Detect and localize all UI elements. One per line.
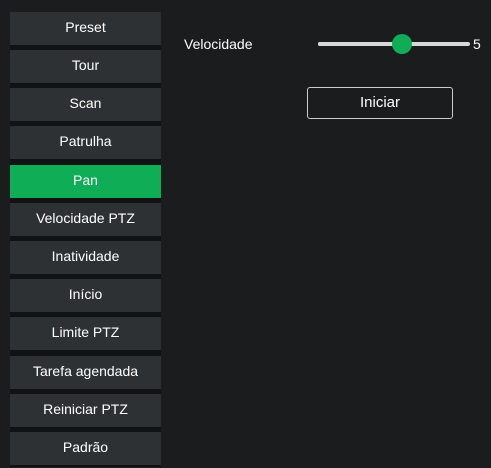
menu-item-restart-ptz[interactable]: Reiniciar PTZ — [10, 394, 161, 427]
menu-item-idle[interactable]: Inatividade — [10, 241, 161, 274]
ptz-function-menu: Preset Tour Scan Patrulha Pan Velocidade… — [10, 12, 161, 467]
speed-slider-handle[interactable] — [391, 34, 412, 54]
menu-item-ptz-limit[interactable]: Limite PTZ — [10, 317, 161, 350]
menu-item-patrol[interactable]: Patrulha — [10, 126, 161, 159]
speed-label: Velocidade — [184, 36, 253, 52]
start-button[interactable]: Iniciar — [307, 87, 453, 119]
speed-value: 5 — [473, 36, 481, 52]
speed-slider-fill — [318, 42, 402, 46]
menu-item-pan[interactable]: Pan — [10, 165, 161, 198]
menu-item-ptz-speed[interactable]: Velocidade PTZ — [10, 203, 161, 236]
menu-item-power-up[interactable]: Início — [10, 279, 161, 312]
menu-item-scheduled-task[interactable]: Tarefa agendada — [10, 356, 161, 389]
menu-item-scan[interactable]: Scan — [10, 88, 161, 121]
menu-item-default[interactable]: Padrão — [10, 432, 161, 465]
speed-slider[interactable] — [318, 33, 470, 54]
menu-item-tour[interactable]: Tour — [10, 50, 161, 83]
menu-item-preset[interactable]: Preset — [10, 12, 161, 45]
